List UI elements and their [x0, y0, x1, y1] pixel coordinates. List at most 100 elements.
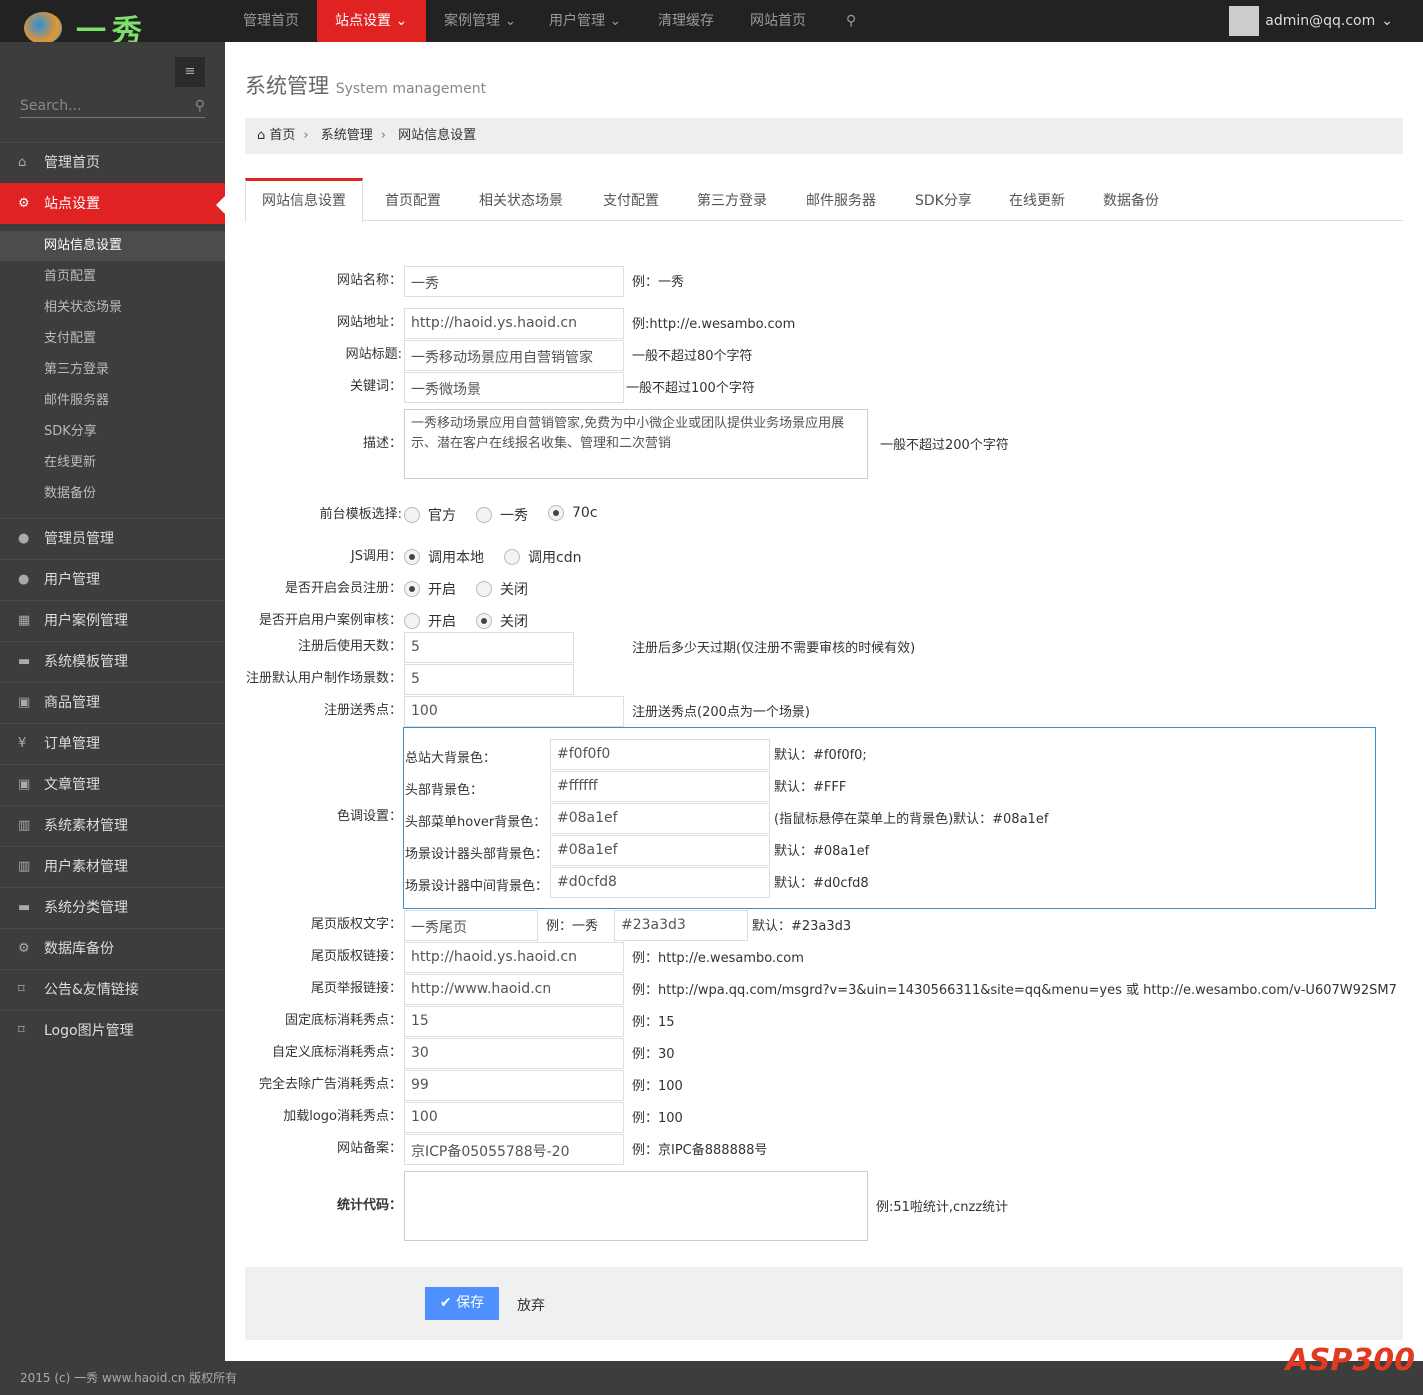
- text-input[interactable]: 15: [404, 1006, 624, 1037]
- radio-button[interactable]: [404, 613, 420, 629]
- search-icon[interactable]: ⚲: [195, 98, 205, 114]
- text-input[interactable]: 京ICP备05055788号-20: [404, 1134, 624, 1165]
- text-input[interactable]: http://haoid.ys.haoid.cn: [404, 942, 624, 973]
- description-textarea[interactable]: 一秀移动场景应用自营销管家,免费为中小微企业或团队提供业务场景应用展示、潜在客户…: [404, 409, 868, 479]
- radio-option[interactable]: 一秀: [476, 505, 528, 525]
- tab[interactable]: 邮件服务器: [790, 178, 892, 221]
- tab[interactable]: 首页配置: [369, 178, 457, 221]
- sidebar-item[interactable]: ▦ 用户案例管理: [0, 600, 225, 641]
- sidebar-item[interactable]: ⚙ 站点设置: [0, 183, 225, 224]
- sidebar-item[interactable]: ⚙ 数据库备份: [0, 928, 225, 969]
- radio-button[interactable]: [476, 613, 492, 629]
- sidebar-item[interactable]: ¥ 订单管理: [0, 723, 225, 764]
- text-input[interactable]: 5: [404, 632, 574, 663]
- user-menu[interactable]: admin@qq.com ⌄: [1229, 6, 1393, 36]
- radio-option[interactable]: 开启: [404, 579, 456, 599]
- radio-option[interactable]: 开启: [404, 611, 456, 631]
- sidebar-subitem[interactable]: 首页配置: [0, 262, 225, 292]
- text-input[interactable]: http://www.haoid.cn: [404, 974, 624, 1005]
- radio-option[interactable]: 官方: [404, 505, 456, 525]
- breadcrumb-item[interactable]: 首页: [269, 128, 295, 143]
- radio-label: 调用本地: [428, 550, 484, 566]
- tab[interactable]: 相关状态场景: [463, 178, 579, 221]
- radio-button[interactable]: [404, 581, 420, 597]
- radio-option[interactable]: 关闭: [476, 611, 528, 631]
- sidebar-item[interactable]: ● 用户管理: [0, 559, 225, 600]
- tab[interactable]: SDK分享: [899, 178, 988, 221]
- footer-text-input[interactable]: 一秀尾页: [404, 910, 538, 941]
- box-icon: ▣: [18, 777, 31, 792]
- topnav-item[interactable]: 管理首页: [225, 0, 317, 42]
- tab[interactable]: 数据备份: [1087, 178, 1175, 221]
- radio-button[interactable]: [548, 505, 564, 521]
- sidebar-item[interactable]: ● 管理员管理: [0, 518, 225, 559]
- topnav-item[interactable]: 案例管理 ⌄: [426, 0, 534, 42]
- tab[interactable]: 在线更新: [993, 178, 1081, 221]
- radio-button[interactable]: [504, 549, 520, 565]
- topnav-item[interactable]: 网站首页: [732, 0, 824, 42]
- radio-option[interactable]: 调用本地: [404, 547, 484, 567]
- radio-button[interactable]: [476, 507, 492, 523]
- sidebar-subitem[interactable]: 在线更新: [0, 448, 225, 478]
- sidebar-subitem[interactable]: 数据备份: [0, 479, 225, 509]
- radio-option[interactable]: 70c: [548, 505, 598, 521]
- breadcrumb-item[interactable]: 系统管理: [321, 128, 373, 143]
- sidebar-item[interactable]: ▥ 系统素材管理: [0, 805, 225, 846]
- color-input[interactable]: #08a1ef: [550, 835, 770, 866]
- field-hint: 例：一秀: [632, 275, 685, 290]
- tab[interactable]: 第三方登录: [681, 178, 783, 221]
- sidebar-item[interactable]: ▬ 系统模板管理: [0, 641, 225, 682]
- radio-button[interactable]: [476, 581, 492, 597]
- text-input[interactable]: 一秀: [404, 266, 624, 297]
- sidebar-search-input[interactable]: Search... ⚲: [20, 98, 205, 118]
- text-input[interactable]: 一秀移动场景应用自营销管家: [404, 340, 624, 371]
- color-input[interactable]: #d0cfd8: [550, 867, 770, 898]
- sidebar-subitem[interactable]: 相关状态场景: [0, 293, 225, 323]
- topnav-item[interactable]: 用户管理 ⌄: [531, 0, 639, 42]
- radio-option[interactable]: 关闭: [476, 579, 528, 599]
- text-input[interactable]: 5: [404, 664, 574, 695]
- chevron-down-icon: ⌄: [1381, 13, 1393, 29]
- text-input[interactable]: http://haoid.ys.haoid.cn: [404, 308, 624, 339]
- tab-bar: 网站信息设置 首页配置 相关状态场景 支付配置 第三方登录 邮件服务器 SDK分享 在线更新数…: [245, 178, 1403, 222]
- user-icon: ●: [18, 531, 30, 546]
- sidebar-subitem[interactable]: SDK分享: [0, 417, 225, 447]
- radio-button[interactable]: [404, 507, 420, 523]
- topnav-item[interactable]: 站点设置 ⌄: [317, 0, 426, 42]
- radio-label: 70c: [572, 505, 598, 521]
- color-hint: (指鼠标悬停在菜单上的背景色)默认：#08a1ef: [774, 812, 1049, 827]
- field-hint: 注册后多少天过期(仅注册不需要审核的时候有效): [632, 641, 916, 656]
- sidebar-item[interactable]: ▬ 系统分类管理: [0, 887, 225, 928]
- sidebar-item[interactable]: ⌑ 公告&友情链接: [0, 969, 225, 1010]
- text-input[interactable]: 一秀微场景: [404, 372, 624, 403]
- sidebar-subitem[interactable]: 支付配置: [0, 324, 225, 354]
- footer-color-input[interactable]: #23a3d3: [614, 910, 748, 941]
- cancel-button[interactable]: 放弃: [517, 1295, 545, 1315]
- stats-code-textarea[interactable]: [404, 1171, 868, 1241]
- field-hint: 例:51啦统计,cnzz统计: [876, 1200, 1009, 1215]
- text-input[interactable]: 100: [404, 1102, 624, 1133]
- sidebar-subitem[interactable]: 邮件服务器: [0, 386, 225, 416]
- text-input[interactable]: 100: [404, 696, 624, 727]
- save-button[interactable]: ✔ 保存: [425, 1287, 499, 1320]
- sidebar-toggle-icon[interactable]: ≡: [175, 57, 205, 87]
- sidebar-subitem[interactable]: 网站信息设置: [0, 231, 225, 261]
- radio-button[interactable]: [404, 549, 420, 565]
- tab[interactable]: 支付配置: [587, 178, 675, 221]
- color-input[interactable]: #ffffff: [550, 771, 770, 802]
- sidebar-item[interactable]: ▣ 文章管理: [0, 764, 225, 805]
- tab[interactable]: 网站信息设置: [245, 178, 363, 222]
- topnav-item[interactable]: 清理缓存: [640, 0, 732, 42]
- radio-option[interactable]: 调用cdn: [504, 547, 581, 567]
- sidebar-item[interactable]: ⌑ Logo图片管理: [0, 1010, 225, 1051]
- field-label: 前台模板选择:: [319, 507, 402, 522]
- search-icon[interactable]: ⚲: [828, 0, 874, 42]
- sidebar-item[interactable]: ▣ 商品管理: [0, 682, 225, 723]
- sidebar-subitem[interactable]: 第三方登录: [0, 355, 225, 385]
- text-input[interactable]: 30: [404, 1038, 624, 1069]
- sidebar-item[interactable]: ⌂ 管理首页: [0, 142, 225, 183]
- sidebar-item[interactable]: ▥ 用户素材管理: [0, 846, 225, 887]
- color-input[interactable]: #f0f0f0: [550, 739, 770, 770]
- text-input[interactable]: 99: [404, 1070, 624, 1101]
- color-input[interactable]: #08a1ef: [550, 803, 770, 834]
